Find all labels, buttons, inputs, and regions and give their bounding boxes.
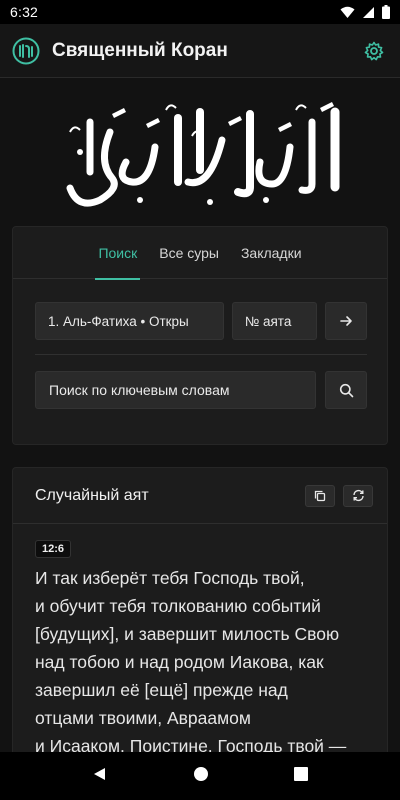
refresh-icon <box>352 489 364 502</box>
copy-button[interactable] <box>305 484 335 507</box>
surah-select[interactable]: 1. Аль-Фатиха • Откры <box>35 302 224 340</box>
quran-logo-icon <box>12 37 40 64</box>
copy-icon <box>314 490 326 501</box>
ayah-line: отцами твоими, Авраамом <box>35 708 251 728</box>
random-ayah-title: Случайный аят <box>35 486 149 504</box>
search-card: Поиск Все суры Закладки 1. Аль-Фатиха • … <box>12 226 388 445</box>
random-ayah-header: Случайный аят <box>13 468 387 524</box>
back-button[interactable] <box>92 766 108 787</box>
battery-icon <box>382 5 390 19</box>
divider <box>35 354 367 355</box>
home-button[interactable] <box>193 766 209 787</box>
home-icon <box>193 766 208 781</box>
ayah-line: И так изберёт тебя Господь твой, <box>35 568 305 588</box>
ayah-text: И так изберёт тебя Господь твой, и обучи… <box>35 564 375 760</box>
ayah-line: над тобою и над родом Иакова, как <box>35 652 324 672</box>
go-to-ayah-button[interactable] <box>325 302 367 340</box>
signal-icon <box>363 6 374 18</box>
status-time: 6:32 <box>10 4 39 20</box>
back-icon <box>94 767 106 780</box>
tab-bar: Поиск Все суры Закладки <box>13 227 387 280</box>
tab-search[interactable]: Поиск <box>87 227 148 280</box>
tab-bookmarks[interactable]: Закладки <box>230 227 313 279</box>
keyword-search-row: Поиск по ключевым словам <box>35 371 367 409</box>
refresh-button[interactable] <box>343 484 373 507</box>
tab-all-surahs[interactable]: Все суры <box>148 227 230 279</box>
calligraphy-icon <box>66 101 340 206</box>
ayah-line: завершил её [ещё] прежде над <box>35 680 288 700</box>
search-icon <box>339 383 353 397</box>
gear-icon <box>364 41 384 60</box>
quran-calligraphy-logo <box>0 79 400 224</box>
keyword-search-input[interactable]: Поиск по ключевым словам <box>35 371 316 409</box>
surah-ayah-row: 1. Аль-Фатиха • Откры № аята <box>35 302 367 340</box>
ayah-reference-badge: 12:6 <box>35 540 72 558</box>
app-bar: Священный Коран <box>0 24 400 78</box>
wifi-icon <box>340 6 355 18</box>
arrow-right-icon <box>340 316 352 326</box>
ayah-number-input[interactable]: № аята <box>231 302 318 340</box>
status-bar: 6:32 <box>0 0 400 24</box>
app-title: Священный Коран <box>52 39 228 61</box>
random-ayah-card: Случайный аят 12:6 И так изберёт тебя Го… <box>12 467 388 800</box>
recents-button[interactable] <box>293 766 308 786</box>
settings-button[interactable] <box>360 37 388 65</box>
ayah-line: и обучит тебя толкованию событий <box>35 596 321 616</box>
ayah-line: [будущих], и завершит милость Свою <box>35 624 340 644</box>
recents-icon <box>293 766 308 781</box>
system-navigation-bar <box>0 752 400 800</box>
system-icons <box>340 5 390 19</box>
keyword-search-button[interactable] <box>325 371 367 409</box>
